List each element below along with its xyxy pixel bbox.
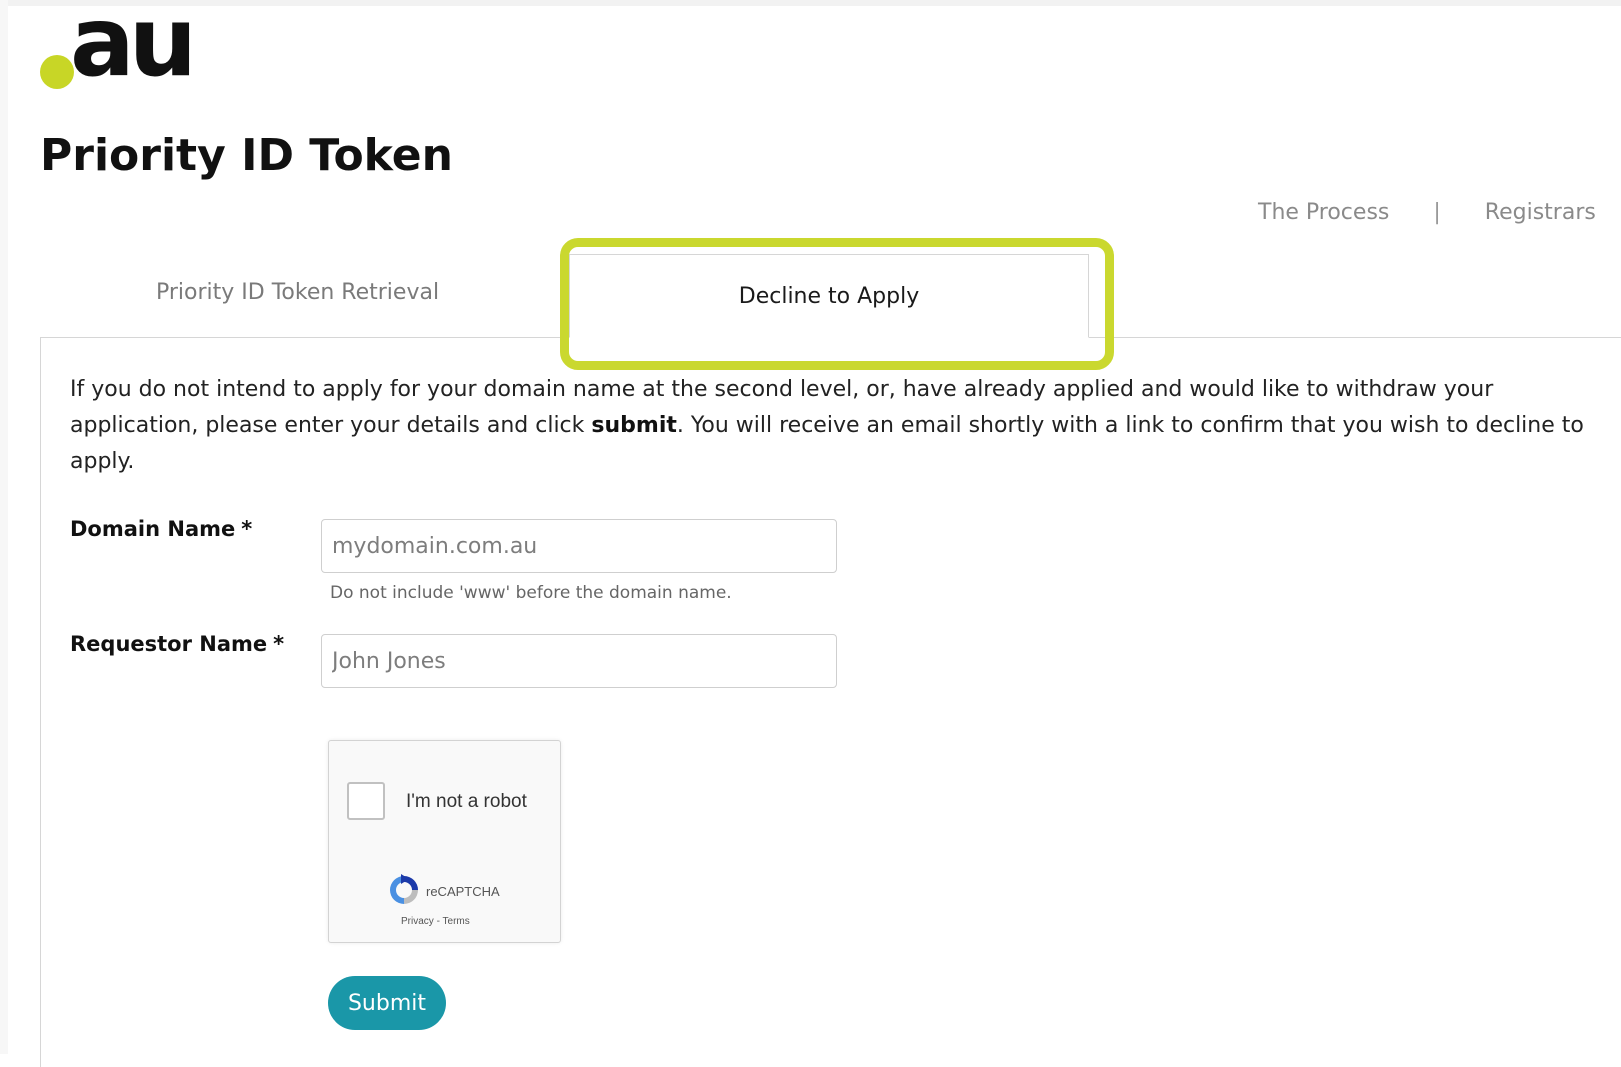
requestor-name-input[interactable]	[321, 634, 837, 688]
nav-separator: |	[1433, 200, 1441, 225]
logo-dot	[40, 55, 74, 89]
top-nav: The Process | Registrars	[1258, 200, 1596, 225]
domain-name-input[interactable]	[321, 519, 837, 573]
nav-the-process[interactable]: The Process	[1258, 200, 1389, 225]
page-title: Priority ID Token	[40, 130, 453, 181]
intro-text: If you do not intend to apply for your d…	[70, 372, 1590, 480]
recaptcha-checkbox[interactable]	[347, 782, 385, 820]
recaptcha-links-separator: -	[433, 916, 443, 927]
au-logo[interactable]: au	[40, 0, 240, 92]
top-strip	[0, 0, 1621, 6]
required-mark: *	[273, 632, 285, 656]
recaptcha-links: Privacy - Terms	[401, 916, 470, 927]
domain-name-help: Do not include 'www' before the domain n…	[330, 583, 732, 603]
required-mark: *	[241, 517, 253, 541]
tab-priority-id-token-retrieval[interactable]: Priority ID Token Retrieval	[156, 280, 439, 305]
tab-decline-to-apply-label: Decline to Apply	[738, 283, 920, 309]
requestor-name-label-text: Requestor Name	[70, 632, 268, 656]
nav-registrars[interactable]: Registrars	[1485, 200, 1596, 225]
recaptcha-logo-icon	[390, 874, 418, 904]
requestor-name-label: Requestor Name *	[70, 632, 284, 656]
recaptcha-brand: reCAPTCHA	[426, 884, 500, 899]
tab-decline-to-apply[interactable]: Decline to Apply	[569, 254, 1089, 338]
intro-text-bold: submit	[591, 413, 677, 438]
logo-text: au	[70, 0, 197, 98]
domain-name-label: Domain Name *	[70, 517, 252, 541]
domain-name-label-text: Domain Name	[70, 517, 236, 541]
recaptcha-widget: I'm not a robot reCAPTCHA Privacy - Term…	[328, 740, 561, 943]
recaptcha-terms-link[interactable]: Terms	[443, 916, 470, 927]
submit-button[interactable]: Submit	[328, 976, 446, 1030]
recaptcha-privacy-link[interactable]: Privacy	[401, 916, 434, 927]
left-strip	[0, 0, 8, 1054]
recaptcha-label: I'm not a robot	[406, 791, 527, 812]
